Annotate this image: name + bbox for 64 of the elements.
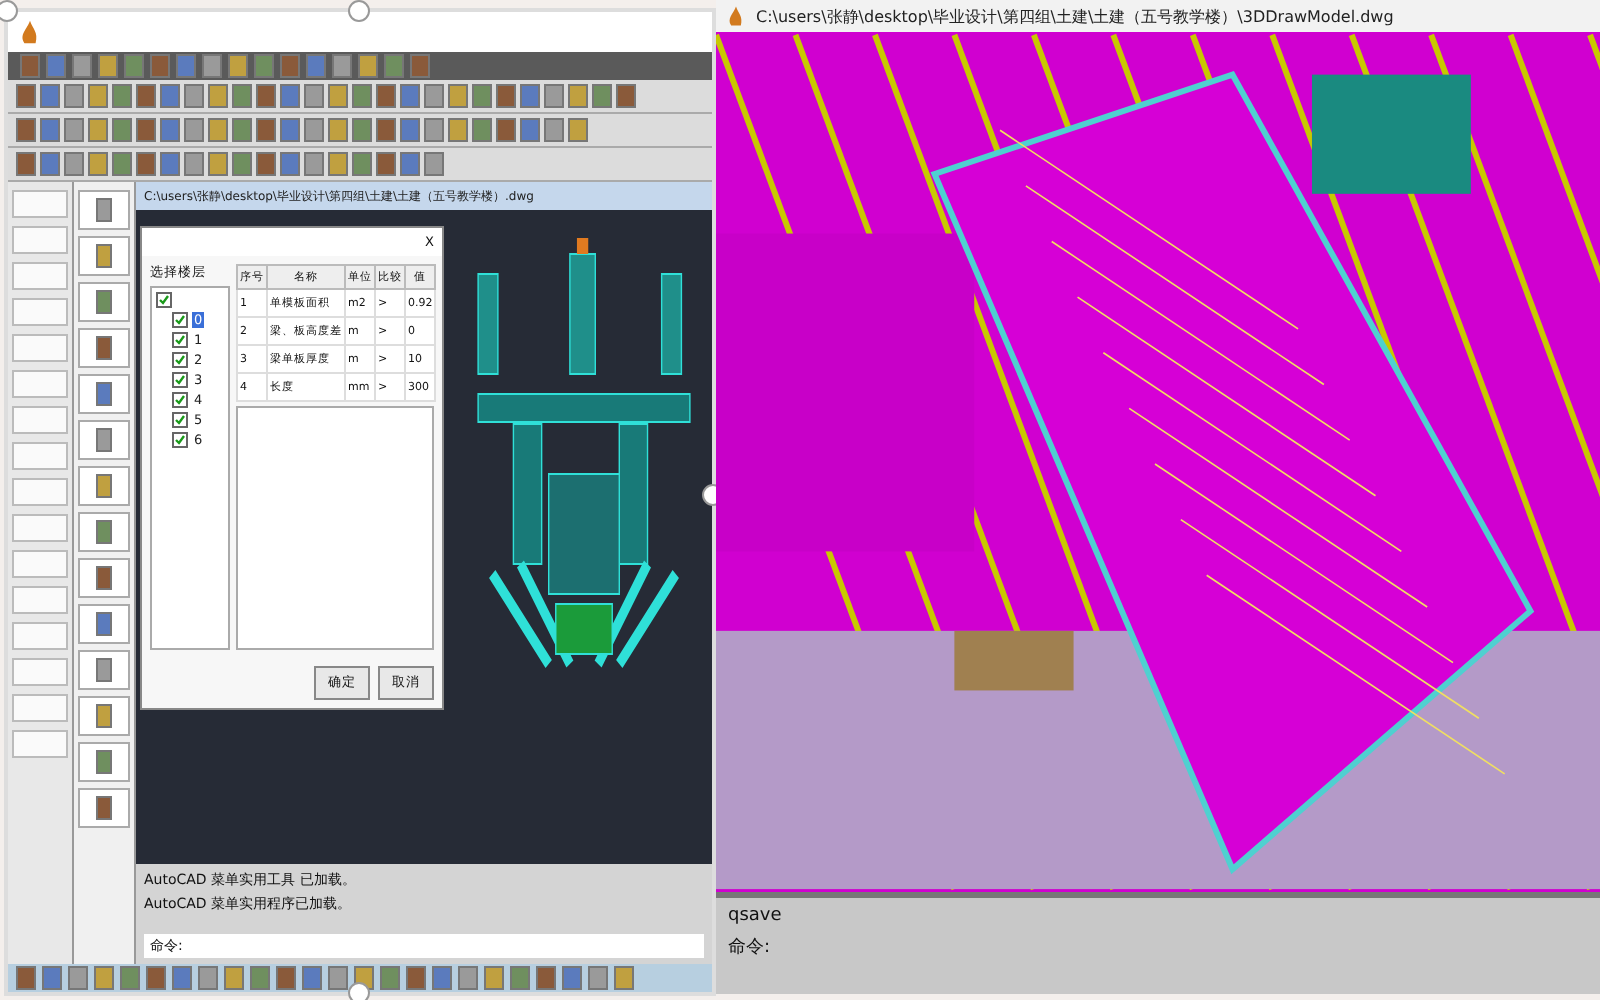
checkbox[interactable] xyxy=(172,312,188,328)
panel-row[interactable] xyxy=(12,478,68,506)
command-line: 命令: xyxy=(728,935,773,960)
panel-row[interactable] xyxy=(12,514,68,542)
tool-icon[interactable] xyxy=(484,966,504,990)
checkbox[interactable] xyxy=(172,432,188,448)
tool-button[interactable] xyxy=(78,696,130,736)
panel-row[interactable] xyxy=(12,370,68,398)
tool-icon[interactable] xyxy=(88,84,108,108)
command-line: qsave xyxy=(728,906,784,926)
tool-icon[interactable] xyxy=(228,54,248,78)
tool-button[interactable] xyxy=(78,650,130,690)
tool-button[interactable] xyxy=(78,420,130,460)
checkbox[interactable] xyxy=(156,292,172,308)
window-title: C:\users\张静\desktop\毕业设计\第四组\土建\土建（五号教学楼）\3DDrawModel.dwg xyxy=(756,5,1394,27)
panel-row[interactable] xyxy=(12,334,68,362)
tool-button[interactable] xyxy=(78,742,130,782)
resize-handle[interactable] xyxy=(348,982,370,1000)
tool-button[interactable] xyxy=(78,374,130,414)
tool-icon[interactable] xyxy=(568,118,588,142)
panel-row[interactable] xyxy=(12,442,68,470)
checkbox[interactable] xyxy=(172,372,188,388)
resize-handle[interactable] xyxy=(0,0,18,22)
panel-row[interactable] xyxy=(12,730,68,758)
tool-icon[interactable] xyxy=(614,966,634,990)
tool-button[interactable] xyxy=(78,558,130,598)
panel-row[interactable] xyxy=(12,406,68,434)
tool-icon[interactable] xyxy=(568,84,588,108)
resize-handle[interactable] xyxy=(348,0,370,22)
panel-row[interactable] xyxy=(12,226,68,254)
tool-button[interactable] xyxy=(78,282,130,322)
tool-button[interactable] xyxy=(78,236,130,276)
checkbox[interactable] xyxy=(172,332,188,348)
tool-icon[interactable] xyxy=(208,84,228,108)
tool-icon[interactable] xyxy=(208,118,228,142)
panel-row[interactable] xyxy=(12,658,68,686)
tool-icon[interactable] xyxy=(94,966,114,990)
tool-button[interactable] xyxy=(78,512,130,552)
panel-row[interactable] xyxy=(12,550,68,578)
panel-row[interactable] xyxy=(12,262,68,290)
checkbox[interactable] xyxy=(172,392,188,408)
tool-button[interactable] xyxy=(78,466,130,506)
panel-row[interactable] xyxy=(12,298,68,326)
panel-row[interactable] xyxy=(12,190,68,218)
panel-row[interactable] xyxy=(12,622,68,650)
tool-button[interactable] xyxy=(78,604,130,644)
tool-icon[interactable] xyxy=(224,966,244,990)
tool-icon[interactable] xyxy=(328,84,348,108)
checkbox[interactable] xyxy=(172,352,188,368)
tool-icon[interactable] xyxy=(448,118,468,142)
tool-icon[interactable] xyxy=(208,152,228,176)
tool-button[interactable] xyxy=(78,190,130,230)
tool-icon[interactable] xyxy=(328,152,348,176)
tool-icon[interactable] xyxy=(358,54,378,78)
tool-button[interactable] xyxy=(78,788,130,828)
tool-icon[interactable] xyxy=(448,84,468,108)
tool-icon[interactable] xyxy=(88,152,108,176)
tool-icon[interactable] xyxy=(88,118,108,142)
checkbox[interactable] xyxy=(172,412,188,428)
panel-row[interactable] xyxy=(12,694,68,722)
tool-icon[interactable] xyxy=(98,54,118,78)
panel-row[interactable] xyxy=(12,586,68,614)
tool-button[interactable] xyxy=(78,328,130,368)
tool-icon[interactable] xyxy=(328,118,348,142)
